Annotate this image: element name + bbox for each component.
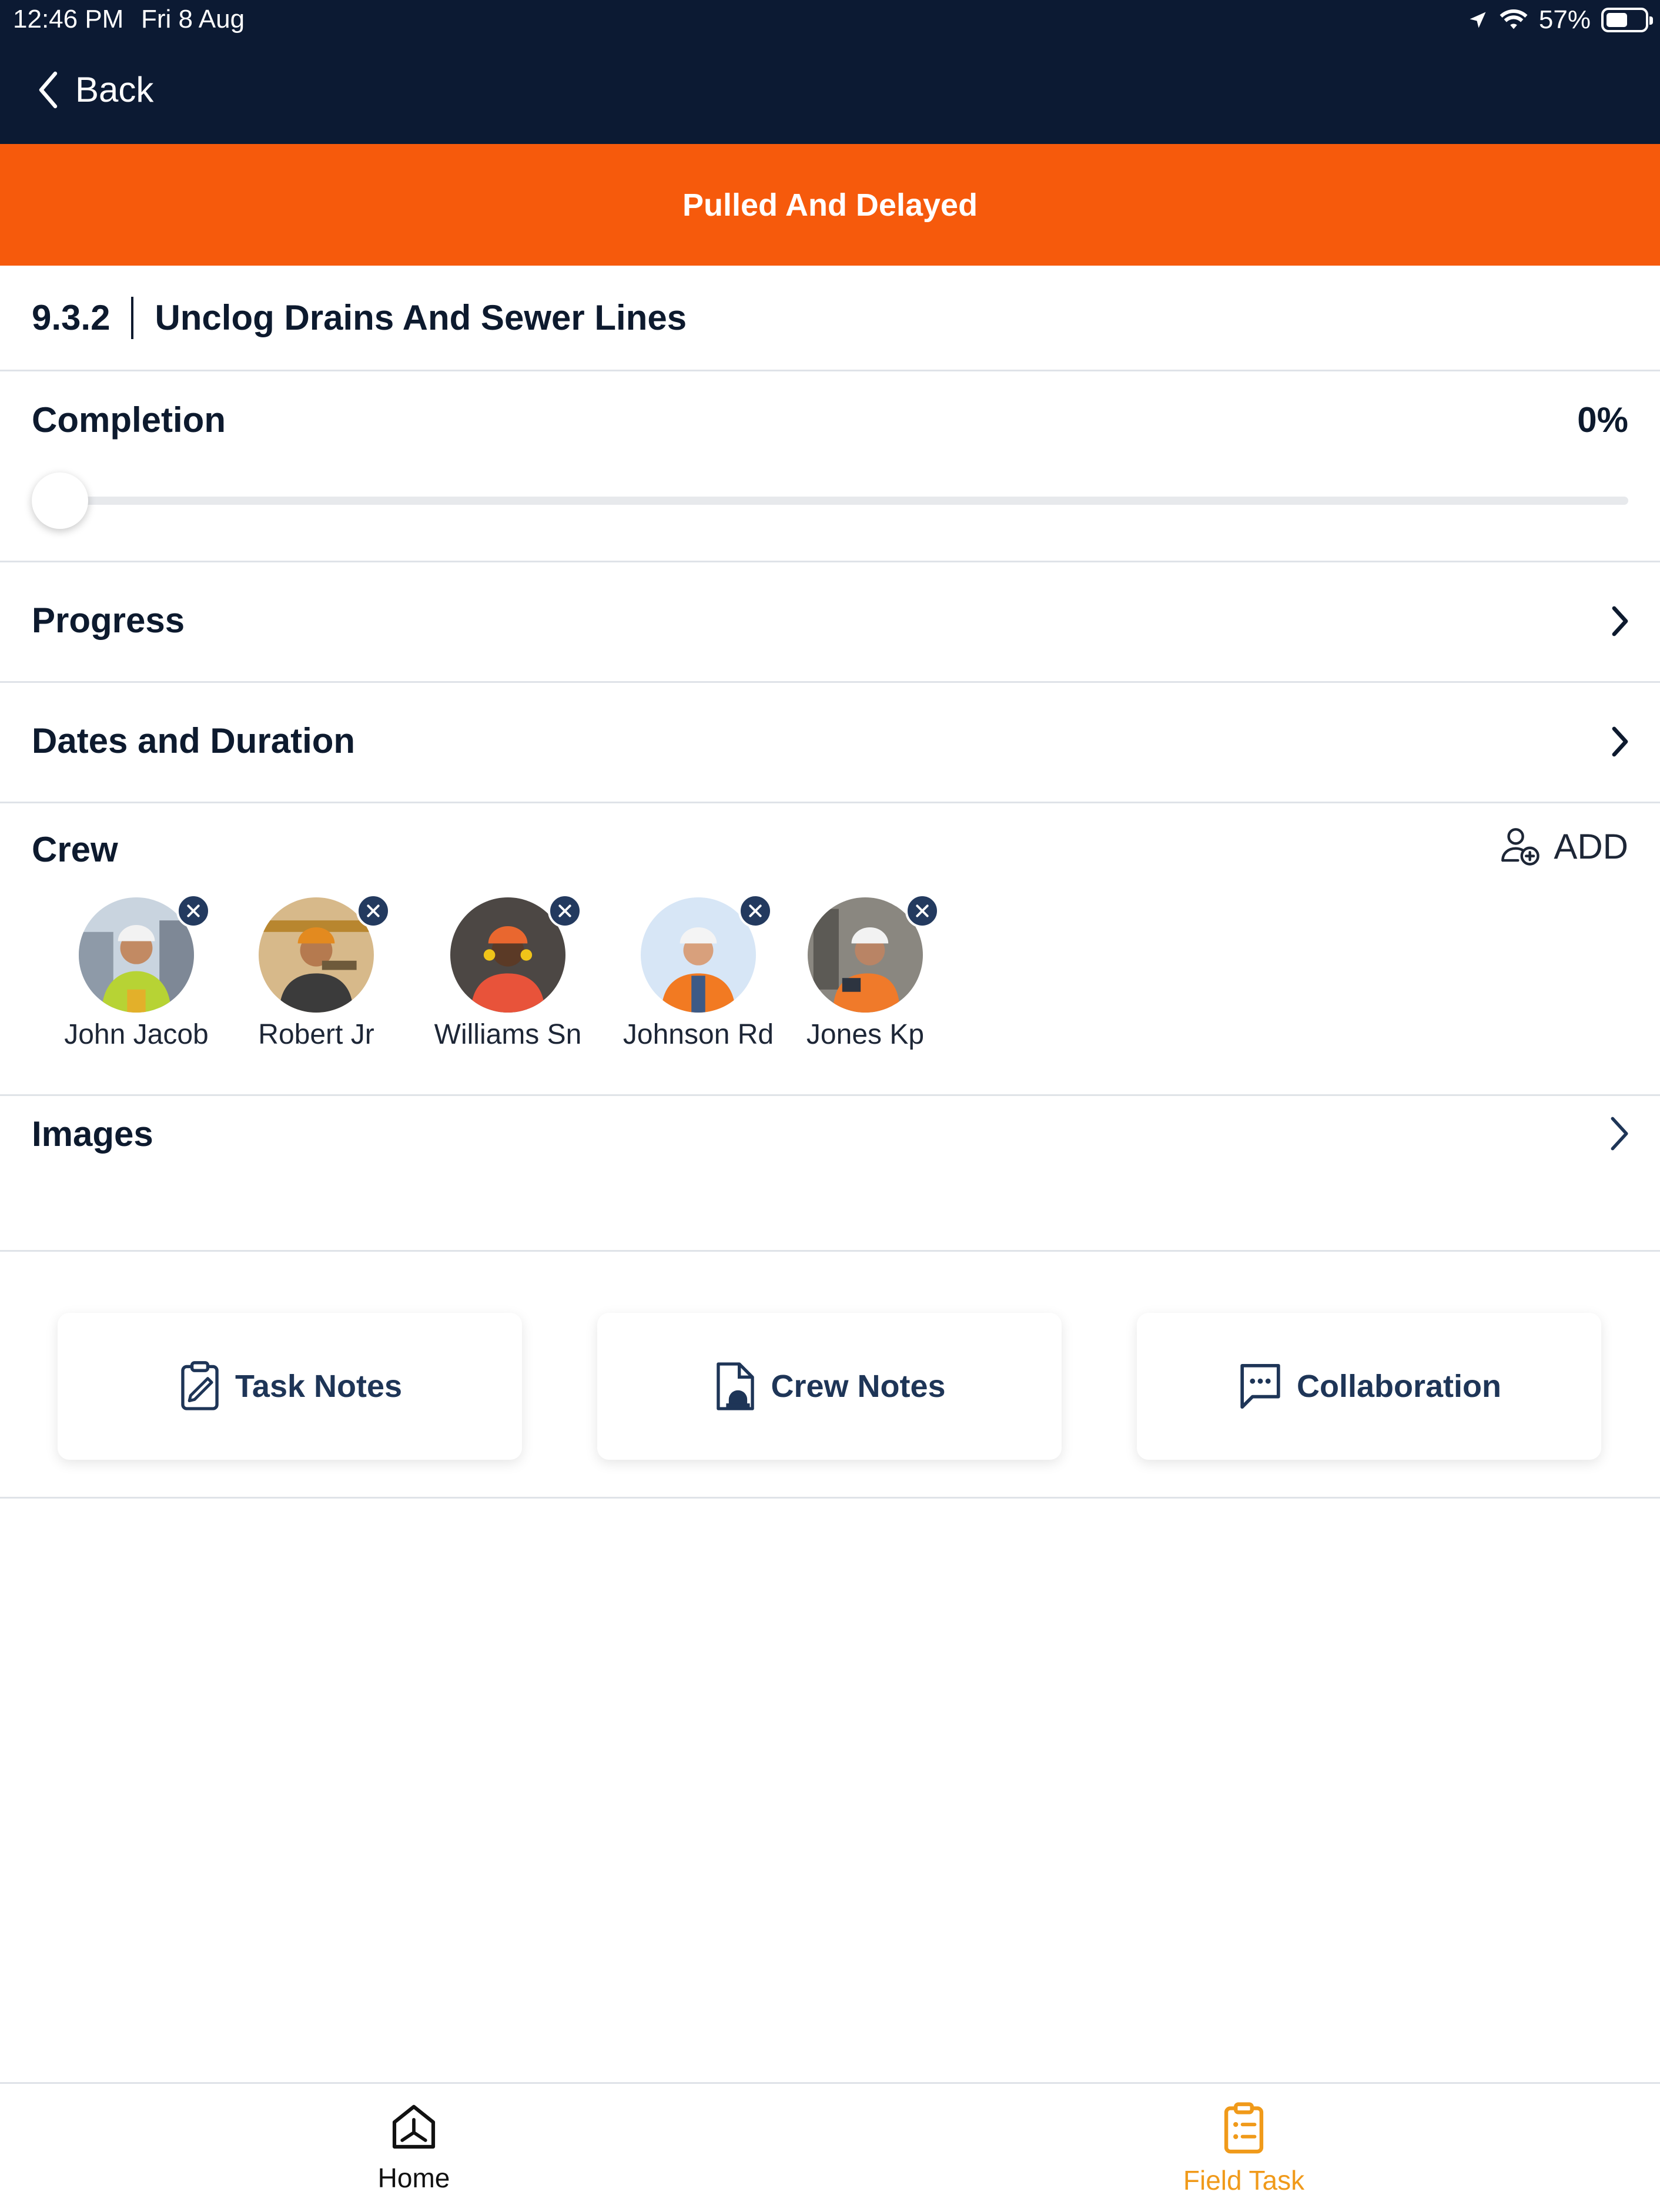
chevron-left-icon: [39, 71, 58, 108]
tab-home[interactable]: Home: [296, 2102, 531, 2194]
tab-bar: Home Field Task: [0, 2082, 1660, 2212]
task-notes-label: Task Notes: [235, 1369, 403, 1404]
crew-member[interactable]: John Jacob: [48, 894, 225, 1051]
dates-duration-row[interactable]: Dates and Duration: [0, 683, 1660, 803]
close-icon: [558, 904, 571, 917]
crew-member-name: John Jacob: [64, 1019, 209, 1050]
images-title: Images: [32, 1114, 153, 1154]
task-divider: [131, 296, 134, 339]
crew-member-name: Williams Sn: [434, 1019, 582, 1050]
chat-bubble-icon: [1240, 1363, 1280, 1409]
crew-member-name: Jones Kp: [806, 1019, 925, 1050]
task-notes-button[interactable]: Task Notes: [58, 1313, 522, 1460]
status-date: Fri 8 Aug: [141, 5, 245, 33]
remove-crew-button[interactable]: [905, 894, 939, 928]
completion-slider-thumb[interactable]: [32, 472, 88, 529]
remove-crew-button[interactable]: [548, 894, 582, 928]
crew-list: John Jacob Robert Jr Williams Sn Johnson…: [0, 894, 1660, 1074]
crew-member[interactable]: Jones Kp: [777, 894, 953, 1051]
completion-section: Completion 0%: [0, 371, 1660, 562]
chevron-right-icon: [1612, 606, 1628, 636]
crew-member-name: Robert Jr: [258, 1019, 374, 1050]
dates-duration-title: Dates and Duration: [32, 721, 356, 760]
crew-member[interactable]: Williams Sn: [420, 894, 596, 1051]
document-worker-icon: [717, 1362, 755, 1410]
chevron-right-icon: [1611, 1117, 1628, 1151]
back-label: Back: [75, 70, 154, 109]
add-crew-label: ADD: [1554, 826, 1628, 866]
add-crew-button[interactable]: ADD: [1498, 825, 1628, 868]
collaboration-label: Collaboration: [1297, 1369, 1501, 1404]
images-row[interactable]: Images: [0, 1096, 1660, 1252]
crew-member[interactable]: Robert Jr: [228, 894, 404, 1051]
crew-title: Crew: [32, 830, 118, 869]
close-icon: [367, 904, 380, 917]
top-bar: 12:46 PM Fri 8 Aug 57% Back: [0, 0, 1660, 144]
tab-field-task[interactable]: Field Task: [1126, 2102, 1361, 2196]
progress-row[interactable]: Progress: [0, 562, 1660, 683]
clipboard-list-icon: [1224, 2102, 1264, 2154]
action-buttons: Task Notes Crew Notes Collaboration: [0, 1252, 1660, 1499]
close-icon: [187, 904, 200, 917]
status-time: 12:46 PM: [13, 5, 124, 33]
remove-crew-button[interactable]: [176, 894, 210, 928]
progress-title: Progress: [32, 601, 185, 640]
completion-title: Completion: [32, 400, 226, 440]
crew-section: Crew ADD John Jacob Robert Jr Williams S…: [0, 803, 1660, 1096]
crew-notes-label: Crew Notes: [771, 1369, 946, 1404]
close-icon: [916, 904, 929, 917]
remove-crew-button[interactable]: [356, 894, 390, 928]
location-arrow-icon: [1470, 12, 1486, 28]
completion-slider[interactable]: [32, 497, 1628, 505]
clipboard-edit-icon: [181, 1361, 219, 1410]
task-number: 9.3.2: [32, 298, 111, 337]
remove-crew-button[interactable]: [738, 894, 772, 928]
completion-percent: 0%: [1577, 400, 1628, 440]
close-icon: [749, 904, 762, 917]
chevron-right-icon: [1612, 726, 1628, 757]
status-banner-text: Pulled And Delayed: [682, 187, 978, 223]
crew-notes-button[interactable]: Crew Notes: [597, 1313, 1062, 1460]
back-button[interactable]: Back: [36, 69, 153, 110]
status-indicators: 57%: [1467, 4, 1653, 36]
status-banner: Pulled And Delayed: [0, 144, 1660, 266]
battery-icon: [1601, 8, 1653, 32]
wifi-icon: [1500, 9, 1528, 29]
home-icon: [392, 2104, 436, 2149]
battery-percent: 57%: [1538, 5, 1591, 34]
task-header: 9.3.2 Unclog Drains And Sewer Lines: [0, 266, 1660, 371]
add-person-icon: [1501, 828, 1540, 866]
battery-level: [1607, 13, 1628, 27]
tab-home-label: Home: [377, 2163, 450, 2193]
tab-field-task-label: Field Task: [1183, 2165, 1305, 2196]
crew-member-name: Johnson Rd: [622, 1019, 774, 1050]
collaboration-button[interactable]: Collaboration: [1137, 1313, 1601, 1460]
crew-member[interactable]: Johnson Rd: [610, 894, 787, 1051]
task-title: Unclog Drains And Sewer Lines: [155, 298, 687, 337]
